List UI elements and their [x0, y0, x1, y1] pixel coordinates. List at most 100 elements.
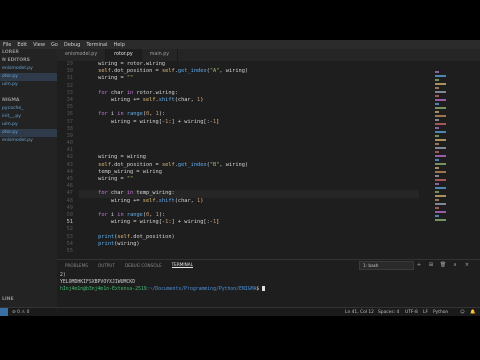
problems-count[interactable]: ⊘ 0 ⚠ 0 [12, 308, 29, 316]
maximize-panel-icon[interactable]: ∧ [451, 261, 459, 269]
sidebar-file-item[interactable]: uim.py [0, 81, 57, 89]
code-line: for char in rotor.wiring: [98, 89, 178, 96]
minimap-line [435, 203, 446, 205]
status-accent [0, 308, 8, 316]
encoding[interactable]: UTF-8 [405, 308, 418, 316]
line-number: 55 [66, 247, 73, 254]
menu-file[interactable]: File [3, 42, 11, 48]
line-number: 43 [66, 161, 73, 168]
sidebar-file-item[interactable]: pycache_ [0, 105, 57, 113]
minimap-line [435, 127, 439, 129]
terminal-prompt-line: hInj4m1n@b3nj4m1n-Extensa-2519:~/Documen… [60, 286, 475, 293]
sidebar-file-item[interactable]: enismodel.py [0, 65, 57, 73]
trash-icon[interactable]: 🗑 [439, 261, 447, 269]
minimap-line [435, 195, 446, 197]
add-terminal-icon[interactable]: + [415, 261, 423, 269]
code-line: wiring = rotor.wiring [79, 61, 166, 67]
tab-main[interactable]: main.py [142, 49, 179, 61]
sidebar-file-item[interactable]: otor.py [0, 129, 57, 137]
menu-terminal[interactable]: Terminal [86, 42, 107, 48]
minimap-line [435, 207, 439, 209]
code-lines[interactable]: wiring = rotor.wiring self.dot_position … [79, 61, 419, 259]
language-mode[interactable]: Python [433, 308, 448, 316]
menu-view[interactable]: View [33, 42, 45, 48]
sidebar-file-item[interactable]: init__.py [0, 113, 57, 121]
sidebar-section-header[interactable]: NIGMA [0, 97, 57, 105]
line-number: 33 [66, 89, 73, 96]
code-line: wiring = wiring[-1:] + wiring[:-1] [79, 118, 220, 125]
smiley-icon[interactable]: ☺ [460, 308, 465, 316]
terminal-output[interactable]: 2) YELOMDHKIFSXBPVOYXJIWUMCKD hInj4m1n@b… [60, 272, 475, 293]
minimap-line [435, 131, 446, 133]
cursor-position[interactable]: Ln 41, Col 12 [345, 308, 374, 316]
line-number: 32 [66, 82, 73, 89]
indentation[interactable]: Spaces: 4 [378, 308, 399, 316]
line-ending[interactable]: LF [423, 308, 428, 316]
code-line: print(wiring) [98, 240, 140, 247]
panel-tab-debug-console[interactable]: DEBUG CONSOLE [125, 263, 162, 268]
sidebar-section-header[interactable]: LORER [0, 49, 57, 57]
minimap-lines [435, 71, 453, 223]
panel-tab-output[interactable]: OUTPUT [98, 263, 115, 268]
editor-tab-bar: enismodel.py rotor.py main.py [57, 49, 480, 61]
line-number: 52 [66, 226, 73, 233]
sidebar-file-item[interactable]: uim.py [0, 121, 57, 129]
code-line: self.dot_position = self.get_index("A", … [98, 68, 249, 75]
minimap-line [435, 215, 439, 217]
split-terminal-icon[interactable]: ⊞ [427, 261, 435, 269]
minimap[interactable] [429, 61, 480, 259]
line-number: 34 [66, 96, 73, 103]
minimap-line [435, 159, 439, 161]
code-line: for i in range(0, 1): [98, 111, 166, 118]
panel-tab-terminal[interactable]: TERMINAL [171, 262, 193, 268]
panel-tab-problems[interactable]: PROBLEMS [65, 263, 88, 268]
sidebar-file-item[interactable]: enismodel.py [0, 137, 57, 145]
minimap-line [435, 95, 439, 97]
minimap-line [435, 91, 446, 93]
tab-enismodel[interactable]: enismodel.py [57, 49, 107, 61]
line-number: 29 [66, 61, 73, 67]
minimap-line [435, 143, 439, 145]
minimap-line [435, 191, 439, 193]
line-number: 48 [66, 197, 73, 204]
minimap-line [435, 163, 446, 165]
minimap-line [435, 155, 446, 157]
status-bar: ⊘ 0 ⚠ 0 Ln 41, Col 12 Spaces: 4 UTF-8 LF… [0, 307, 480, 316]
minimap-line [435, 115, 446, 117]
tab-rotor[interactable]: rotor.py [106, 49, 142, 61]
code-line: wiring += self.shift(char, 1) [79, 96, 204, 103]
close-panel-icon[interactable]: × [463, 261, 471, 269]
line-number: 31 [66, 75, 73, 82]
bell-icon[interactable]: 🔔 [470, 308, 475, 316]
sidebar-file-item[interactable]: otor.py [0, 73, 57, 81]
sidebar-section-header[interactable]: N EDITORS [0, 57, 57, 65]
line-number: 40 [66, 140, 73, 147]
code-line: self.dot_position = self.get_index("B", … [98, 161, 249, 168]
menu-edit[interactable]: Edit [17, 42, 27, 48]
minimap-line [435, 71, 439, 73]
minimap-line [435, 123, 446, 125]
menu-go[interactable]: Go [51, 42, 58, 48]
minimap-line [435, 171, 446, 173]
menu-debug[interactable]: Debug [64, 42, 80, 48]
line-number: 45 [66, 176, 73, 182]
minimap-line [435, 151, 439, 153]
vscode-window: File Edit View Go Debug Terminal Help LO… [0, 40, 480, 316]
code-editor[interactable]: 29 30 31 32 33 34 35 36 37 38 39 40 41 42 43 44 45 46 47 48… [57, 61, 429, 259]
menu-bar: File Edit View Go Debug Terminal Help [0, 40, 480, 49]
terminal-line: 2) [60, 273, 66, 278]
terminal-select[interactable]: 1: bash [359, 261, 414, 270]
minimap-line [435, 75, 446, 77]
line-number: 46 [66, 183, 73, 190]
line-number: 51 [66, 219, 73, 226]
minimap-line [435, 183, 439, 185]
sidebar-outline-header[interactable]: LINE [0, 296, 14, 304]
line-number: 47 [66, 190, 73, 197]
menu-help[interactable]: Help [113, 42, 124, 48]
